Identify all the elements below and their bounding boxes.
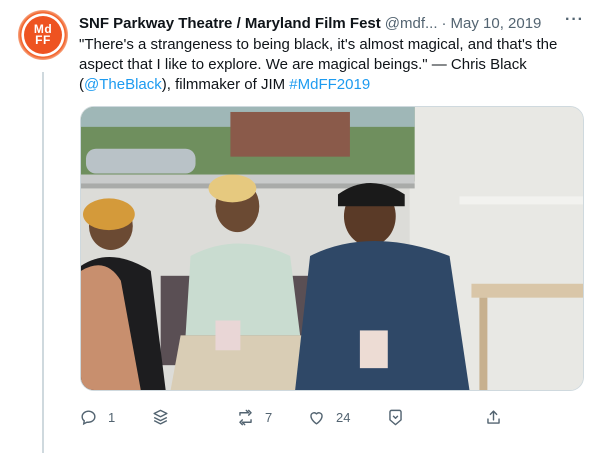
layers-icon	[153, 409, 168, 425]
tweet-text: "There's a strangeness to being black, i…	[79, 35, 584, 95]
retweet-icon	[239, 409, 252, 425]
reply-button[interactable]: 1	[79, 405, 115, 429]
like-count: 24	[336, 409, 351, 425]
author-name[interactable]: SNF Parkway Theatre / Maryland Film Fest	[79, 15, 381, 32]
avatar[interactable]: Md FF	[18, 10, 68, 60]
tweet-header: SNF Parkway Theatre / Maryland Film Fest…	[79, 13, 579, 33]
separator: ·	[441, 14, 447, 32]
avatar-logo: Md FF	[24, 16, 62, 54]
like-button[interactable]: 24	[307, 405, 350, 429]
avatar-text-bottom: FF	[35, 33, 51, 47]
tweet-date[interactable]: May 10, 2019	[451, 15, 542, 32]
bookmark-button[interactable]	[386, 405, 405, 429]
heart-icon	[310, 411, 323, 425]
more-options-icon[interactable]: ···	[565, 11, 584, 29]
mention-link[interactable]: @TheBlack	[84, 76, 162, 93]
reply-icon	[81, 409, 96, 425]
thread-button[interactable]	[151, 405, 170, 429]
share-button[interactable]	[484, 405, 503, 429]
author-handle[interactable]: @mdf...	[385, 15, 438, 32]
tweet-actions: 1 7 24	[79, 405, 519, 429]
retweet-count: 7	[265, 409, 273, 425]
reply-count: 1	[108, 409, 116, 425]
hashtag-link[interactable]: #MdFF2019	[289, 76, 370, 93]
share-icon	[487, 409, 500, 424]
tweet-text-part2: ), filmmaker of JIM	[161, 76, 290, 93]
tweet-photo[interactable]	[80, 106, 584, 391]
retweet-button[interactable]: 7	[236, 405, 272, 429]
thread-line	[42, 72, 44, 453]
bookmark-icon	[389, 409, 402, 425]
panel-photo	[81, 107, 583, 390]
